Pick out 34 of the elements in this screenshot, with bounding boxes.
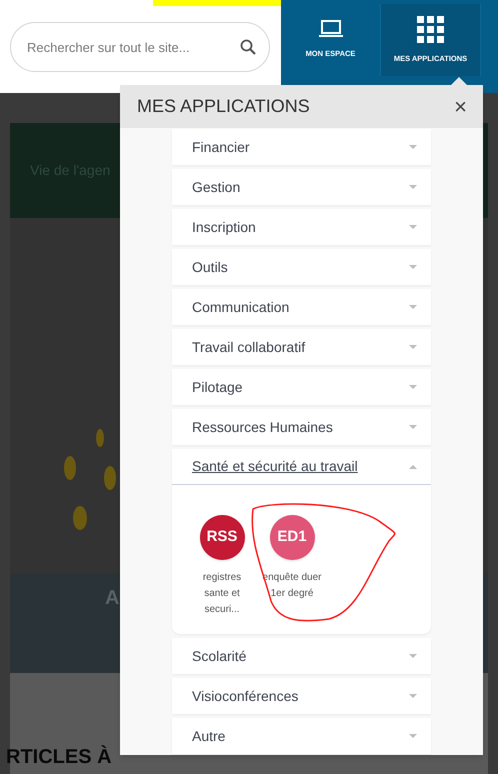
- category-header[interactable]: Pilotage: [172, 369, 431, 405]
- category-header[interactable]: Ressources Humaines: [172, 409, 431, 445]
- close-button[interactable]: ×: [454, 96, 467, 118]
- caret-down-icon: [409, 185, 417, 189]
- category-header[interactable]: Santé et sécurité au travail: [172, 449, 431, 485]
- app-badge[interactable]: RSS: [200, 515, 244, 560]
- laptop-icon: [318, 20, 342, 38]
- panel-title: MES APPLICATIONS: [137, 95, 310, 118]
- category-header[interactable]: Autre: [172, 718, 431, 754]
- grid-icon: [417, 16, 444, 43]
- section-title: RTICLES À: [6, 744, 112, 770]
- caret-down-icon: [409, 145, 417, 149]
- caret-down-icon: [409, 654, 417, 658]
- category-header[interactable]: Travail collaboratif: [172, 329, 431, 365]
- category-header[interactable]: Visioconférences: [172, 678, 431, 714]
- app-badge[interactable]: ED1: [270, 515, 314, 560]
- caret-down-icon: [409, 734, 417, 738]
- caret-up-icon: [409, 464, 417, 468]
- caret-down-icon: [409, 305, 417, 309]
- caret-down-icon: [409, 265, 417, 269]
- caret-down-icon: [409, 345, 417, 349]
- category-header[interactable]: Outils: [172, 249, 431, 285]
- category-header[interactable]: Communication: [172, 289, 431, 325]
- category-header[interactable]: Scolarité: [172, 638, 431, 674]
- search-icon: [240, 39, 256, 55]
- caret-down-icon: [409, 225, 417, 229]
- category-header[interactable]: Financier: [172, 129, 431, 165]
- app-label[interactable]: registres sante et securi...: [192, 570, 252, 618]
- caret-down-icon: [409, 425, 417, 429]
- caret-down-icon: [409, 694, 417, 698]
- category-header[interactable]: Inscription: [172, 209, 431, 245]
- category-header[interactable]: Gestion: [172, 169, 431, 205]
- search-field[interactable]: Rechercher sur tout le site...: [10, 22, 270, 72]
- caret-down-icon: [409, 385, 417, 389]
